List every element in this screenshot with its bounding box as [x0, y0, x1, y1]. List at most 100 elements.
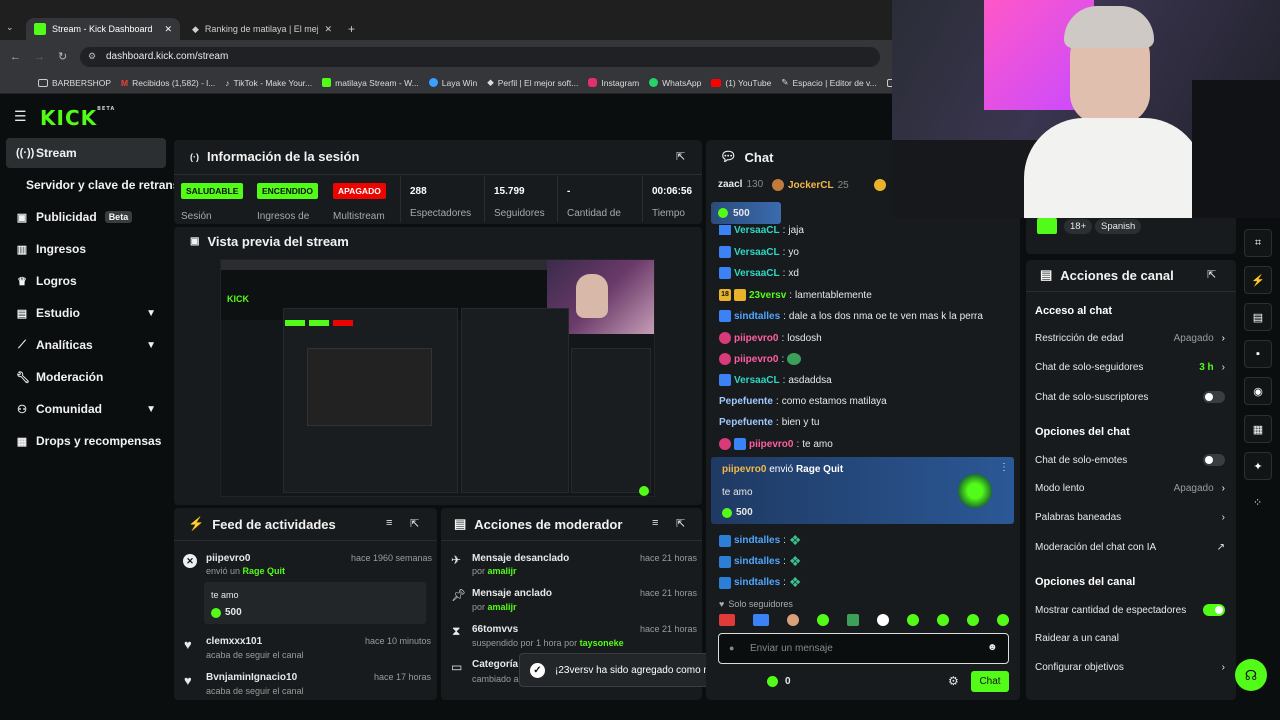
bookmark-kick[interactable]: matilaya Stream - W... — [322, 78, 419, 88]
gift-user[interactable]: piipevro0 — [722, 464, 766, 475]
setting-age-restriction[interactable]: Restricción de edad Apagado › — [1035, 333, 1225, 344]
emote-icon[interactable] — [753, 614, 769, 626]
emoji-icon[interactable]: ☻ — [987, 642, 998, 653]
top-gifter-2[interactable]: JockerCL 25 — [772, 179, 849, 191]
setting-show-viewers[interactable]: Mostrar cantidad de espectadores — [1035, 604, 1225, 616]
chat-user[interactable]: VersaaCL — [734, 268, 780, 279]
chat-user[interactable]: sindtalles — [734, 556, 780, 567]
kick-logo[interactable]: KICKBETA — [40, 106, 115, 130]
sidebar-item-drops[interactable]: ▦ Drops y recompensas — [6, 426, 166, 456]
tab-ranking[interactable]: ◆ Ranking de matilaya | El mejor ✕ — [184, 18, 340, 40]
emote-icon[interactable] — [877, 614, 889, 626]
rail-notes-icon[interactable]: ▤ — [1244, 303, 1272, 331]
feed-user[interactable]: clemxxx101 — [206, 636, 262, 647]
emote-icon[interactable] — [817, 614, 829, 626]
setting-raid[interactable]: Raidear a un canal — [1035, 633, 1225, 644]
bookmark-gmail[interactable]: M Recibidos (1,582) - l... — [121, 78, 215, 88]
chat-user[interactable]: piipevro0 — [734, 354, 778, 365]
forward-icon[interactable]: → — [34, 51, 45, 63]
feed-user[interactable]: piipevro0 — [206, 553, 250, 564]
sidebar-item-server-key[interactable]: Servidor y clave de retransm — [6, 170, 176, 200]
chat-user[interactable]: sindtalles — [734, 311, 780, 322]
subscribers-only-toggle[interactable] — [1203, 391, 1225, 403]
emote-icon[interactable] — [719, 614, 735, 626]
bookmark-youtube[interactable]: (1) YouTube — [711, 78, 771, 88]
setting-goals[interactable]: Configurar objetivos › — [1035, 662, 1225, 673]
chat-input[interactable]: Enviar un mensaje — [750, 643, 833, 654]
new-tab-icon[interactable]: + — [348, 22, 355, 36]
rail-broadcast-icon[interactable]: ◉ — [1244, 377, 1272, 405]
chat-user[interactable]: sindtalles — [734, 577, 780, 588]
kicks-balance[interactable]: 0 — [767, 676, 791, 687]
sidebar-item-analytics[interactable]: ⟋ Analíticas ▼ — [6, 330, 166, 360]
bookmark-whatsapp[interactable]: WhatsApp — [649, 78, 701, 88]
filter-icon[interactable]: ≡ — [652, 517, 658, 529]
bookmark-instagram[interactable]: Instagram — [588, 78, 639, 88]
mod-action-user[interactable]: taysoneke — [580, 638, 624, 648]
show-viewers-toggle[interactable] — [1203, 604, 1225, 616]
bookmark-espacio[interactable]: ✎ Espacio | Editor de v... — [781, 77, 876, 88]
emote-icon[interactable] — [937, 614, 949, 626]
setting-slow-mode[interactable]: Modo lento Apagado › — [1035, 483, 1225, 494]
popout-icon[interactable]: ⇱ — [676, 517, 685, 530]
more-options-icon[interactable]: ⋮ — [999, 462, 1009, 473]
rail-community-icon[interactable]: ⁘ — [1253, 496, 1262, 509]
support-headset-icon[interactable]: ☊ — [1235, 659, 1267, 691]
setting-followers-only[interactable]: Chat de solo-seguidores 3 h › — [1035, 362, 1225, 373]
sidebar-item-stream[interactable]: ((·)) Stream — [6, 138, 166, 168]
emote-icon[interactable] — [997, 614, 1009, 626]
chat-user[interactable]: piipevro0 — [749, 439, 793, 450]
bookmark-laya-win[interactable]: Laya Win — [428, 78, 477, 88]
setting-subscribers-only[interactable]: Chat de solo-suscriptores — [1035, 391, 1225, 403]
setting-emotes-only[interactable]: Chat de solo-emotes — [1035, 454, 1225, 466]
emote-icon[interactable] — [967, 614, 979, 626]
bookmark-tiktok[interactable]: ♪ TikTok - Make Your... — [225, 78, 312, 88]
emote-icon[interactable] — [847, 614, 859, 626]
tab-list-chevron-icon[interactable]: ⌄ — [6, 22, 14, 33]
sidebar-item-achievements[interactable]: ♛ Logros — [6, 266, 166, 296]
popout-icon[interactable]: ⇱ — [676, 150, 685, 163]
bookmark-barbershop[interactable]: BARBERSHOP — [38, 78, 111, 88]
url-input[interactable]: dashboard.kick.com/stream — [80, 47, 880, 67]
close-tab-icon[interactable]: ✕ — [324, 24, 332, 35]
reload-icon[interactable]: ↻ — [58, 50, 67, 63]
feed-user[interactable]: BvnjaminIgnacio10 — [206, 672, 297, 683]
bookmark-perfil[interactable]: ◆ Perfil | El mejor soft... — [487, 77, 578, 88]
close-tab-icon[interactable]: ✕ — [164, 24, 172, 35]
top-gifter-1[interactable]: zaacl 130 — [718, 179, 763, 190]
rail-chat-icon[interactable]: ▪ — [1244, 340, 1272, 368]
sidebar-item-income[interactable]: ▥ Ingresos — [6, 234, 166, 264]
tab-stream-dashboard[interactable]: Stream - Kick Dashboard ✕ — [26, 18, 180, 40]
back-icon[interactable]: ← — [10, 51, 21, 63]
chat-user[interactable]: Pepefuente — [719, 396, 773, 407]
chat-user[interactable]: VersaaCL — [734, 225, 780, 235]
filter-icon[interactable]: ≡ — [386, 517, 392, 529]
setting-banned-words[interactable]: Palabras baneadas › — [1035, 512, 1225, 523]
chat-user[interactable]: sindtalles — [734, 535, 780, 546]
sidebar-item-ads[interactable]: ▣ Publicidad Beta — [6, 202, 166, 232]
settings-gear-icon[interactable]: ⚙ — [948, 674, 959, 688]
pinned-gift-chip[interactable]: 500 — [711, 202, 781, 224]
rail-scan-icon[interactable]: ⌗ — [1244, 229, 1272, 257]
chat-user[interactable]: Pepefuente — [719, 417, 773, 428]
rail-mod-icon[interactable]: ▦ — [1244, 415, 1272, 443]
rail-wrench-icon[interactable]: ✦ — [1244, 452, 1272, 480]
emote-icon[interactable] — [907, 614, 919, 626]
rail-lightning-icon[interactable]: ⚡ — [1244, 266, 1272, 294]
site-info-icon[interactable]: ⚙ — [88, 51, 96, 62]
chat-user[interactable]: 23versv — [749, 290, 786, 301]
mod-action-user[interactable]: amalijr — [488, 566, 517, 576]
sidebar-item-moderation[interactable]: 🔧︎ Moderación — [6, 362, 166, 392]
chat-user[interactable]: piipevro0 — [734, 333, 778, 344]
chat-send-button[interactable]: Chat — [971, 671, 1009, 692]
popout-icon[interactable]: ⇱ — [1207, 268, 1216, 281]
chat-user[interactable]: VersaaCL — [734, 375, 780, 386]
menu-icon[interactable]: ☰ — [14, 108, 27, 125]
sidebar-item-community[interactable]: ⚇ Comunidad ▼ — [6, 394, 166, 424]
mod-action-user[interactable]: amalijr — [488, 602, 517, 612]
setting-ai-moderation[interactable]: Moderación del chat con IA ↗ — [1035, 542, 1225, 553]
stream-preview-video[interactable]: KICK — [220, 259, 655, 497]
emotes-only-toggle[interactable] — [1203, 454, 1225, 466]
popout-icon[interactable]: ⇱ — [410, 517, 419, 530]
chat-user[interactable]: VersaaCL — [734, 247, 780, 258]
